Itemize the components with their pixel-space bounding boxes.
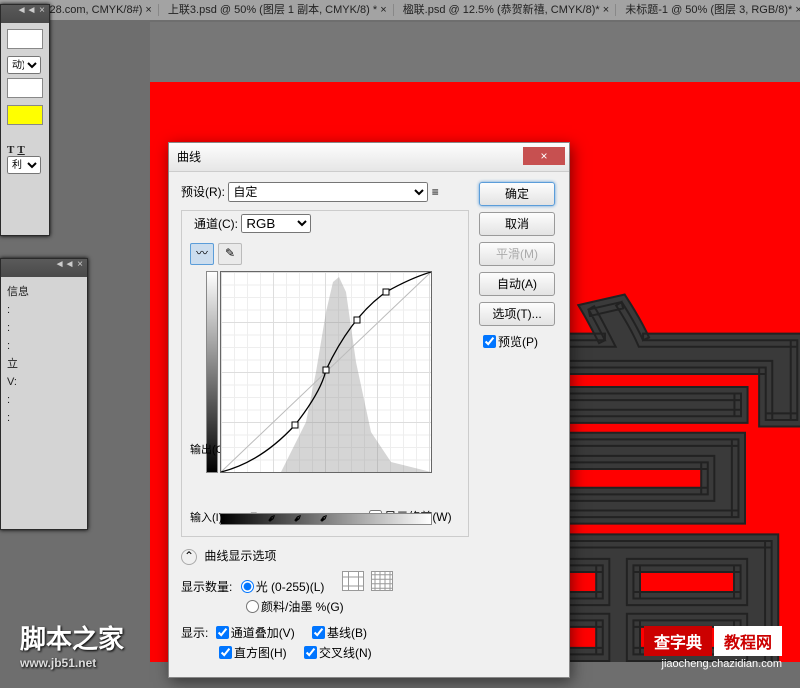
pencil-tool-icon[interactable]: ✎	[218, 243, 242, 265]
options-button[interactable]: 选项(T)...	[479, 302, 555, 326]
document-tabs[interactable]: ww.sc128.com, CMYK/8#) × 上联3.psd @ 50% (…	[0, 0, 800, 20]
ink-radio[interactable]	[246, 600, 259, 613]
watermark-left: 脚本之家 www.jb51.net	[20, 619, 124, 670]
light-radio[interactable]	[241, 580, 254, 593]
display-options-label: 曲线显示选项	[204, 549, 276, 563]
tab-3[interactable]: 楹联.psd @ 12.5% (恭贺新禧, CMYK/8)* ×	[397, 4, 616, 16]
preset-select[interactable]: 自定	[228, 182, 428, 202]
info-l5: V:	[7, 373, 81, 391]
dialog-title: 曲线	[177, 150, 201, 164]
show-label: 显示:	[181, 626, 208, 640]
panel-header[interactable]: ◄◄ ×	[1, 5, 49, 23]
auto-button[interactable]: 自动(A)	[479, 272, 555, 296]
curve-line[interactable]	[221, 272, 431, 472]
info-l3: :	[7, 337, 81, 355]
input-label: 输入(I):	[190, 509, 225, 525]
preset-menu-icon[interactable]: ≡	[432, 185, 439, 199]
curve-tool-icon[interactable]: 〰	[190, 243, 214, 265]
cancel-button[interactable]: 取消	[479, 212, 555, 236]
color-swatch-white[interactable]	[7, 29, 43, 49]
info-title: 信息	[7, 283, 81, 301]
preview-checkbox[interactable]	[483, 335, 496, 348]
opt-select[interactable]: 动)	[7, 56, 41, 74]
tab-4[interactable]: 未标题-1 @ 50% (图层 3, RGB/8)* ×	[619, 4, 800, 16]
intersection-label: 交叉线(N)	[319, 646, 372, 660]
info-panel: ◄◄ × 信息 : : : 立 V: : :	[0, 258, 88, 530]
underline-button[interactable]: T	[17, 144, 24, 156]
close-button[interactable]: ×	[523, 147, 565, 165]
preview-label: 预览(P)	[498, 335, 538, 349]
intersection-checkbox[interactable]	[304, 646, 317, 659]
curves-dialog: 曲线 × 预设(R): 自定 ≡ 通道(C): RGB 〰 ✎ 输出(O):	[168, 142, 570, 678]
info-l4: 立	[7, 355, 81, 373]
dialog-titlebar[interactable]: 曲线 ×	[169, 143, 569, 172]
baseline-checkbox[interactable]	[312, 626, 325, 639]
bold-button[interactable]: T	[7, 144, 14, 156]
ok-button[interactable]: 确定	[479, 182, 555, 206]
info-l1: :	[7, 301, 81, 319]
histogram-checkbox[interactable]	[219, 646, 232, 659]
watermark-right: 查字典教程网 jiaocheng.chazidian.com	[642, 626, 782, 670]
expand-toggle-icon[interactable]: ⌃	[181, 549, 197, 565]
smooth-button: 平滑(M)	[479, 242, 555, 266]
light-label: 光 (0-255)(L)	[256, 580, 325, 594]
ink-label: 颜料/油墨 %(G)	[261, 600, 344, 614]
histogram-label: 直方图(H)	[234, 646, 287, 660]
color-swatch-yellow[interactable]	[7, 105, 43, 125]
character-panel: ◄◄ × 动) T T 利	[0, 4, 50, 236]
info-l7: :	[7, 409, 81, 427]
grid-detailed-button[interactable]	[371, 571, 393, 591]
channel-select[interactable]: RGB	[241, 214, 311, 233]
info-l2: :	[7, 319, 81, 337]
channel-overlay-label: 通道叠加(V)	[231, 626, 295, 640]
color-swatch-white-2[interactable]	[7, 78, 43, 98]
grid-simple-button[interactable]	[342, 571, 364, 591]
show-amount-label: 显示数量:	[181, 580, 232, 594]
baseline-label: 基线(B)	[327, 626, 367, 640]
channel-overlay-checkbox[interactable]	[216, 626, 229, 639]
info-l6: :	[7, 391, 81, 409]
tab-2[interactable]: 上联3.psd @ 50% (图层 1 副本, CMYK/8) * ×	[162, 4, 394, 16]
info-panel-header[interactable]: ◄◄ ×	[1, 259, 87, 277]
aa-select[interactable]: 利	[7, 156, 41, 174]
preset-label: 预设(R):	[181, 185, 225, 199]
channel-label: 通道(C):	[194, 217, 238, 231]
curve-editor[interactable]: 输出(O):	[220, 271, 460, 501]
